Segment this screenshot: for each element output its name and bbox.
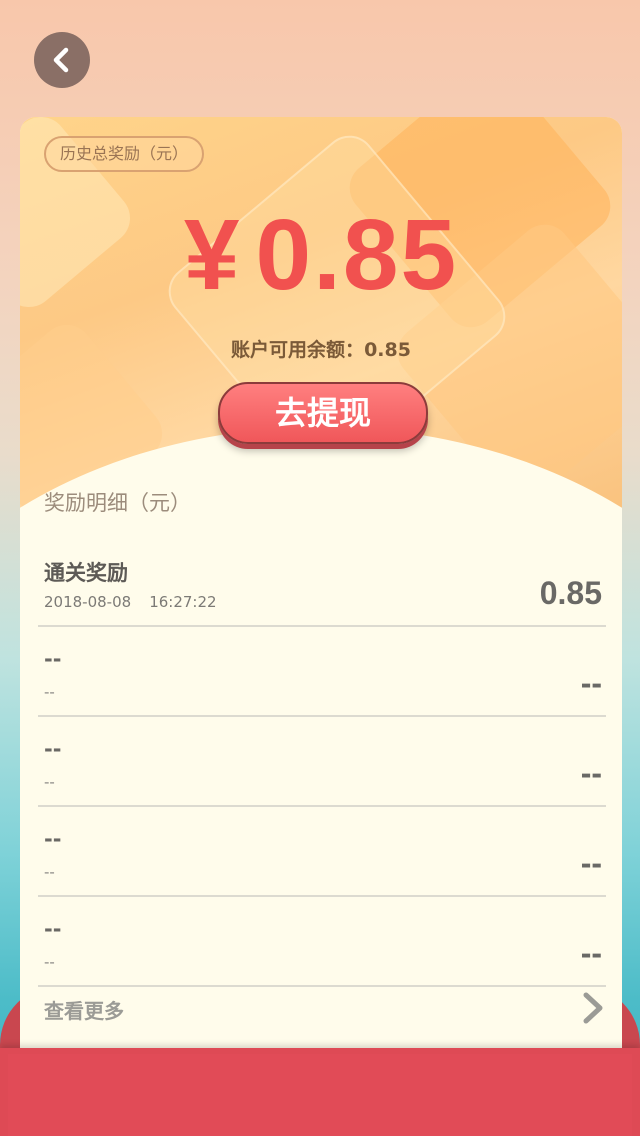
withdraw-button[interactable]: 去提现 <box>218 382 428 444</box>
details-title: 奖励明细（元） <box>44 491 191 515</box>
reward-title: -- <box>44 737 62 761</box>
reward-datetime: 2018-08-08 16:27:22 <box>44 593 217 611</box>
view-more-label: 查看更多 <box>44 999 124 1023</box>
reward-date: -- <box>44 863 55 881</box>
reward-date: -- <box>44 953 55 971</box>
list-item: 通关奖励 2018-08-08 16:27:22 0.85 <box>38 537 606 627</box>
reward-date: 2018-08-08 <box>44 593 132 611</box>
back-button[interactable] <box>34 32 90 88</box>
total-amount-value: 0.85 <box>255 199 459 311</box>
balance-value: 0.85 <box>364 339 411 361</box>
list-item: -- -- -- <box>38 807 606 897</box>
reward-value: -- <box>580 935 602 971</box>
reward-value: 0.85 <box>539 575 602 611</box>
total-amount: ¥0.85 <box>20 195 622 315</box>
balance-label: 账户可用余额： <box>231 339 365 361</box>
currency-symbol: ¥ <box>183 199 242 311</box>
list-item: -- -- -- <box>38 897 606 987</box>
reward-date: -- <box>44 683 55 701</box>
history-total-badge: 历史总奖励（元） <box>44 136 205 172</box>
view-more-button[interactable]: 查看更多 <box>38 983 606 1033</box>
reward-title: 通关奖励 <box>44 561 128 585</box>
envelope-front-inner <box>8 1054 632 1136</box>
reward-list: 通关奖励 2018-08-08 16:27:22 0.85 -- -- -- --… <box>38 537 606 987</box>
reward-title: -- <box>44 917 62 941</box>
reward-value: -- <box>580 755 602 791</box>
reward-time: 16:27:22 <box>149 593 217 611</box>
envelope-front <box>0 1048 640 1136</box>
reward-card: 历史总奖励（元） ¥0.85 账户可用余额：0.85 去提现 奖励明细（元） 通… <box>20 117 622 1050</box>
reward-title: -- <box>44 647 62 671</box>
reward-date: -- <box>44 773 55 791</box>
available-balance: 账户可用余额：0.85 <box>20 335 622 362</box>
reward-value: -- <box>580 845 602 881</box>
reward-value: -- <box>580 665 602 701</box>
chevron-right-icon <box>583 992 603 1024</box>
reward-title: -- <box>44 827 62 851</box>
list-item: -- -- -- <box>38 627 606 717</box>
chevron-left-icon <box>53 47 69 73</box>
list-item: -- -- -- <box>38 717 606 807</box>
